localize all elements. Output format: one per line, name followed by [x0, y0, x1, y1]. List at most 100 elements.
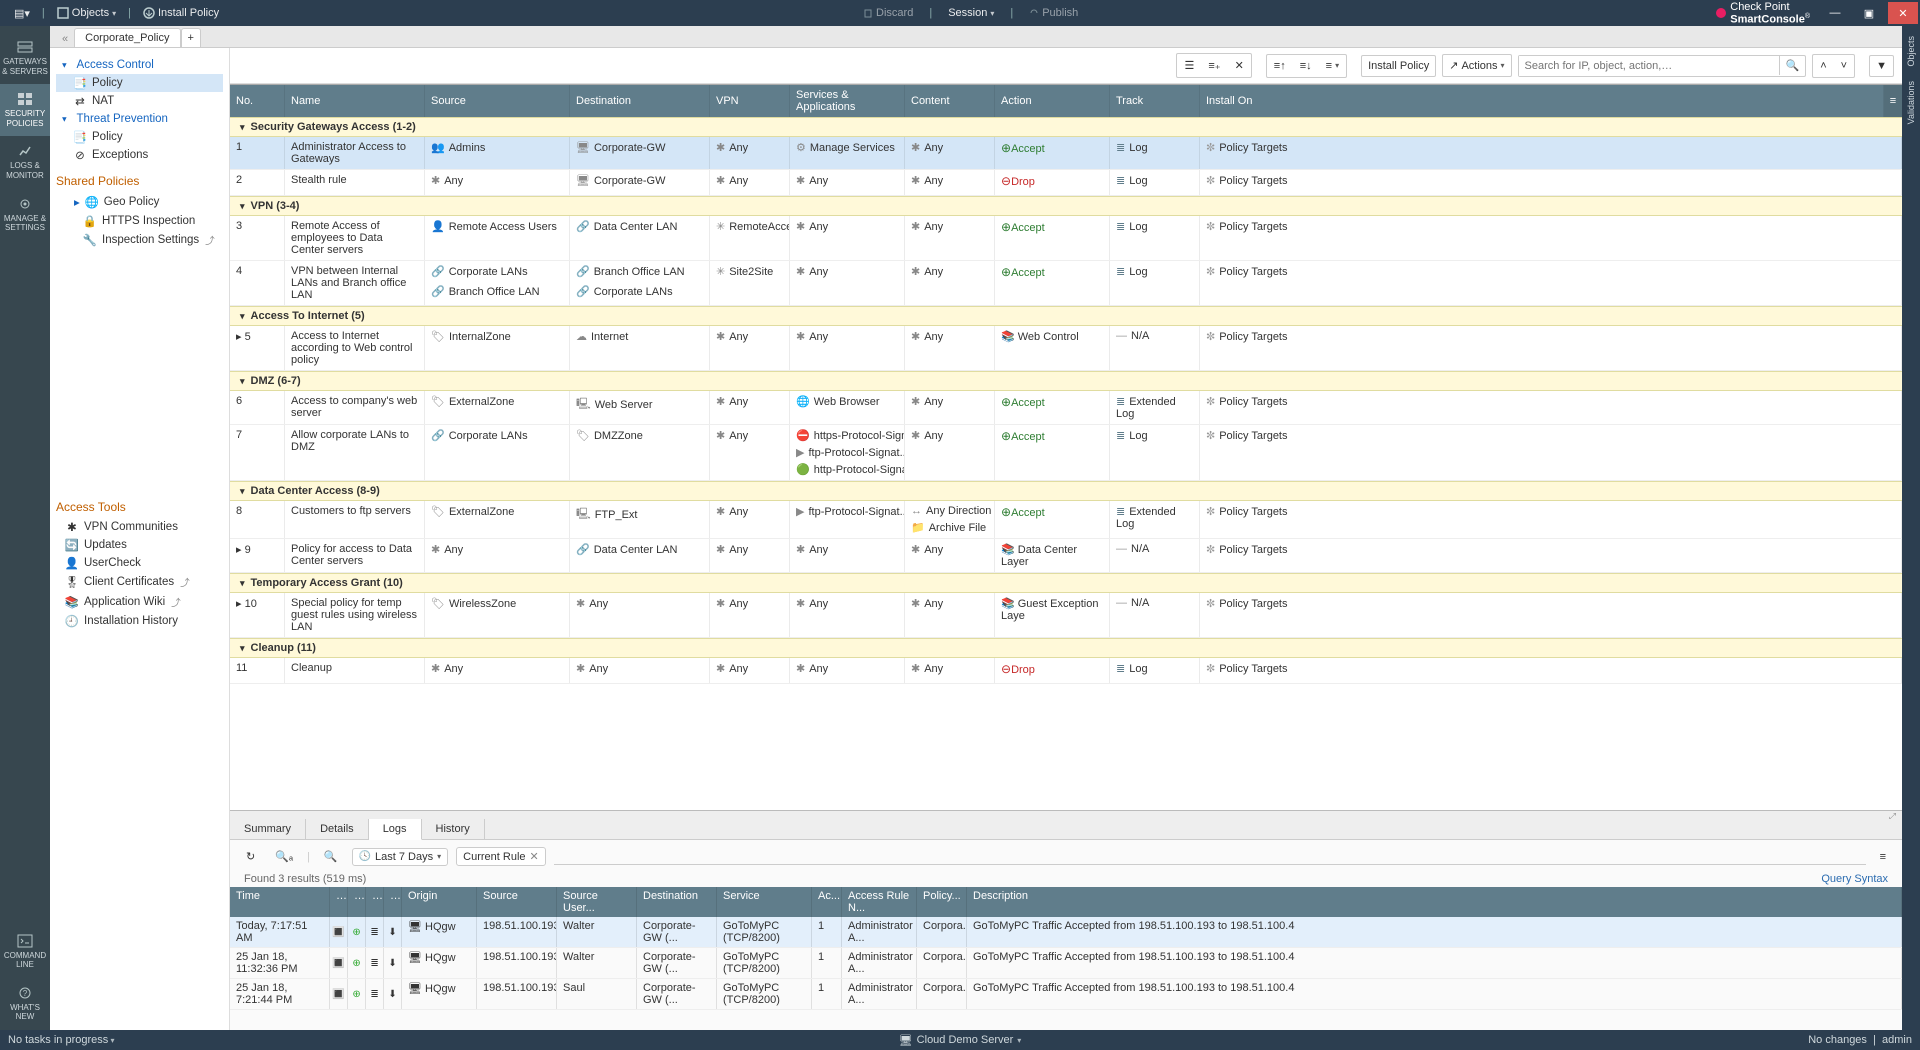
maximize-button[interactable]: ▣	[1854, 2, 1884, 24]
btab-summary[interactable]: Summary	[230, 819, 306, 839]
publish-button[interactable]: Publish	[1023, 5, 1084, 21]
grid-menu-icon[interactable]: ≡	[1884, 85, 1902, 117]
collapse-side-icon[interactable]: «	[56, 33, 74, 47]
app-menu[interactable]: ▤▾	[8, 5, 36, 22]
tb-list-icon[interactable]: ☰	[1178, 55, 1200, 76]
section-header[interactable]: Cleanup (11)	[230, 638, 1902, 658]
user-indicator[interactable]: admin	[1882, 1034, 1912, 1046]
col-name[interactable]: Name	[285, 85, 425, 117]
rule-row[interactable]: 11Cleanup✱ Any✱ Any✱ Any✱ Any✱ AnyDropLo…	[230, 658, 1902, 684]
rbar-validations[interactable]: Validations	[1906, 81, 1916, 124]
col-source[interactable]: Source	[425, 85, 570, 117]
lc-arn[interactable]: Access Rule N...	[842, 887, 917, 917]
session-menu[interactable]: Session	[942, 5, 1000, 21]
tree-tp-policy[interactable]: 📑Policy	[56, 128, 223, 146]
log-search-icon[interactable]: 🔍	[318, 846, 344, 867]
tb-more-icon[interactable]: ≡	[1320, 56, 1345, 76]
toolbar-actions[interactable]: ↗ Actions	[1442, 54, 1511, 77]
close-button[interactable]: ✕	[1888, 2, 1918, 24]
log-query-input[interactable]	[554, 849, 1866, 865]
col-services[interactable]: Services & Applications	[790, 85, 905, 117]
discard-button[interactable]: Discard	[857, 5, 919, 21]
rule-row[interactable]: 2Stealth rule✱ Any🖥 Corporate-GW✱ Any✱ A…	[230, 170, 1902, 196]
nav-up-icon[interactable]: ˄	[1814, 56, 1832, 76]
tree-usercheck[interactable]: 👤UserCheck	[56, 554, 223, 572]
log-menu-icon[interactable]: ≡	[1874, 847, 1892, 867]
lc-suser[interactable]: Source User...	[557, 887, 637, 917]
tb-move-down-icon[interactable]: ≡↓	[1294, 56, 1318, 76]
log-row[interactable]: 25 Jan 18, 7:21:44 PM🔳⊕≣⬇🖥 HQgw198.51.10…	[230, 979, 1902, 1010]
btab-details[interactable]: Details	[306, 819, 369, 839]
tree-nat[interactable]: ⇄NAT	[56, 92, 223, 110]
auto-refresh-icon[interactable]: 🔍ₐ	[269, 846, 299, 867]
tree-geo-policy[interactable]: ▸ 🌐Geo Policy	[56, 192, 223, 212]
lc-desc[interactable]: Description	[967, 887, 1902, 917]
tab-corporate-policy[interactable]: Corporate_Policy	[74, 28, 180, 47]
btab-history[interactable]: History	[422, 819, 485, 839]
btab-logs[interactable]: Logs	[369, 819, 422, 840]
time-range[interactable]: Last 7 Days	[352, 848, 449, 866]
minimize-button[interactable]: —	[1820, 2, 1850, 24]
log-row[interactable]: Today, 7:17:51 AM🔳⊕≣⬇🖥 HQgw198.51.100.19…	[230, 917, 1902, 948]
lc-i4[interactable]: …	[384, 887, 402, 917]
lc-i3[interactable]: …	[366, 887, 384, 917]
rule-row[interactable]: 8Customers to ftp servers🏷 ExternalZone🖳…	[230, 501, 1902, 539]
filter-icon[interactable]: ▼	[1869, 55, 1894, 77]
section-header[interactable]: DMZ (6-7)	[230, 371, 1902, 391]
lc-time[interactable]: Time	[230, 887, 330, 917]
query-syntax-link[interactable]: Query Syntax	[1821, 873, 1888, 885]
objects-menu[interactable]: Objects	[51, 5, 122, 21]
tree-application-wiki[interactable]: 📚Application Wiki ⤴	[56, 592, 223, 612]
tasks-indicator[interactable]: No tasks in progress	[8, 1034, 115, 1046]
lc-dest[interactable]: Destination	[637, 887, 717, 917]
rule-row[interactable]: 4VPN between Internal LANs and Branch of…	[230, 261, 1902, 306]
tb-move-up-icon[interactable]: ≡↑	[1268, 56, 1292, 76]
col-track[interactable]: Track	[1110, 85, 1200, 117]
tree-threat-prevention[interactable]: Threat Prevention	[56, 110, 223, 128]
nav-down-icon[interactable]: ˅	[1835, 56, 1853, 76]
tree-inspection-settings[interactable]: 🔧Inspection Settings ⤴	[56, 230, 223, 250]
rule-row[interactable]: ▸ 5Access to Internet according to Web c…	[230, 326, 1902, 371]
tree-exceptions[interactable]: ⊘Exceptions	[56, 146, 223, 164]
tree-access-control[interactable]: Access Control	[56, 56, 223, 74]
refresh-icon[interactable]: ↻	[240, 846, 261, 867]
tree-vpn-communities[interactable]: ✱VPN Communities	[56, 518, 223, 536]
section-header[interactable]: Security Gateways Access (1-2)	[230, 117, 1902, 137]
search-icon[interactable]: 🔍	[1779, 56, 1806, 75]
tree-policy[interactable]: 📑Policy	[56, 74, 223, 92]
nav-whats-new[interactable]: ?WHAT'S NEW	[0, 978, 50, 1030]
col-destination[interactable]: Destination	[570, 85, 710, 117]
install-policy-top[interactable]: Install Policy	[137, 5, 225, 21]
current-rule-chip[interactable]: Current Rule ✕	[456, 847, 546, 866]
log-row[interactable]: 25 Jan 18, 11:32:36 PM🔳⊕≣⬇🖥 HQgw198.51.1…	[230, 948, 1902, 979]
section-header[interactable]: VPN (3-4)	[230, 196, 1902, 216]
lc-service[interactable]: Service	[717, 887, 812, 917]
nav-gateways[interactable]: GATEWAYS & SERVERS	[0, 32, 50, 84]
section-header[interactable]: Temporary Access Grant (10)	[230, 573, 1902, 593]
rule-row[interactable]: 1Administrator Access to Gateways👥 Admin…	[230, 137, 1902, 170]
bottom-expand-icon[interactable]: ⤢	[1889, 811, 1896, 819]
col-no[interactable]: No.	[230, 85, 285, 117]
tb-add-above-icon[interactable]: ≡₊	[1202, 55, 1226, 76]
rule-row[interactable]: 7Allow corporate LANs to DMZ🔗 Corporate …	[230, 425, 1902, 481]
section-header[interactable]: Access To Internet (5)	[230, 306, 1902, 326]
col-vpn[interactable]: VPN	[710, 85, 790, 117]
col-installon[interactable]: Install On	[1200, 85, 1884, 117]
lc-i2[interactable]: …	[348, 887, 366, 917]
rule-row[interactable]: 6Access to company's web server🏷 Externa…	[230, 391, 1902, 425]
server-indicator[interactable]: 🖥 Cloud Demo Server	[899, 1034, 1022, 1047]
nav-command-line[interactable]: COMMAND LINE	[0, 926, 50, 978]
lc-i1[interactable]: …	[330, 887, 348, 917]
rbar-objects[interactable]: Objects	[1906, 36, 1916, 67]
toolbar-install-policy[interactable]: Install Policy	[1361, 55, 1436, 77]
new-tab-button[interactable]: +	[181, 28, 201, 47]
rule-row[interactable]: ▸ 10Special policy for temp guest rules …	[230, 593, 1902, 638]
lc-source[interactable]: Source	[477, 887, 557, 917]
section-header[interactable]: Data Center Access (8-9)	[230, 481, 1902, 501]
nav-logs-monitor[interactable]: LOGS & MONITOR	[0, 136, 50, 188]
rule-row[interactable]: 3Remote Access of employees to Data Cent…	[230, 216, 1902, 261]
tree-https-inspection[interactable]: 🔒HTTPS Inspection	[56, 212, 223, 230]
col-action[interactable]: Action	[995, 85, 1110, 117]
tb-delete-icon[interactable]: ✕	[1229, 55, 1250, 76]
lc-pol[interactable]: Policy...	[917, 887, 967, 917]
